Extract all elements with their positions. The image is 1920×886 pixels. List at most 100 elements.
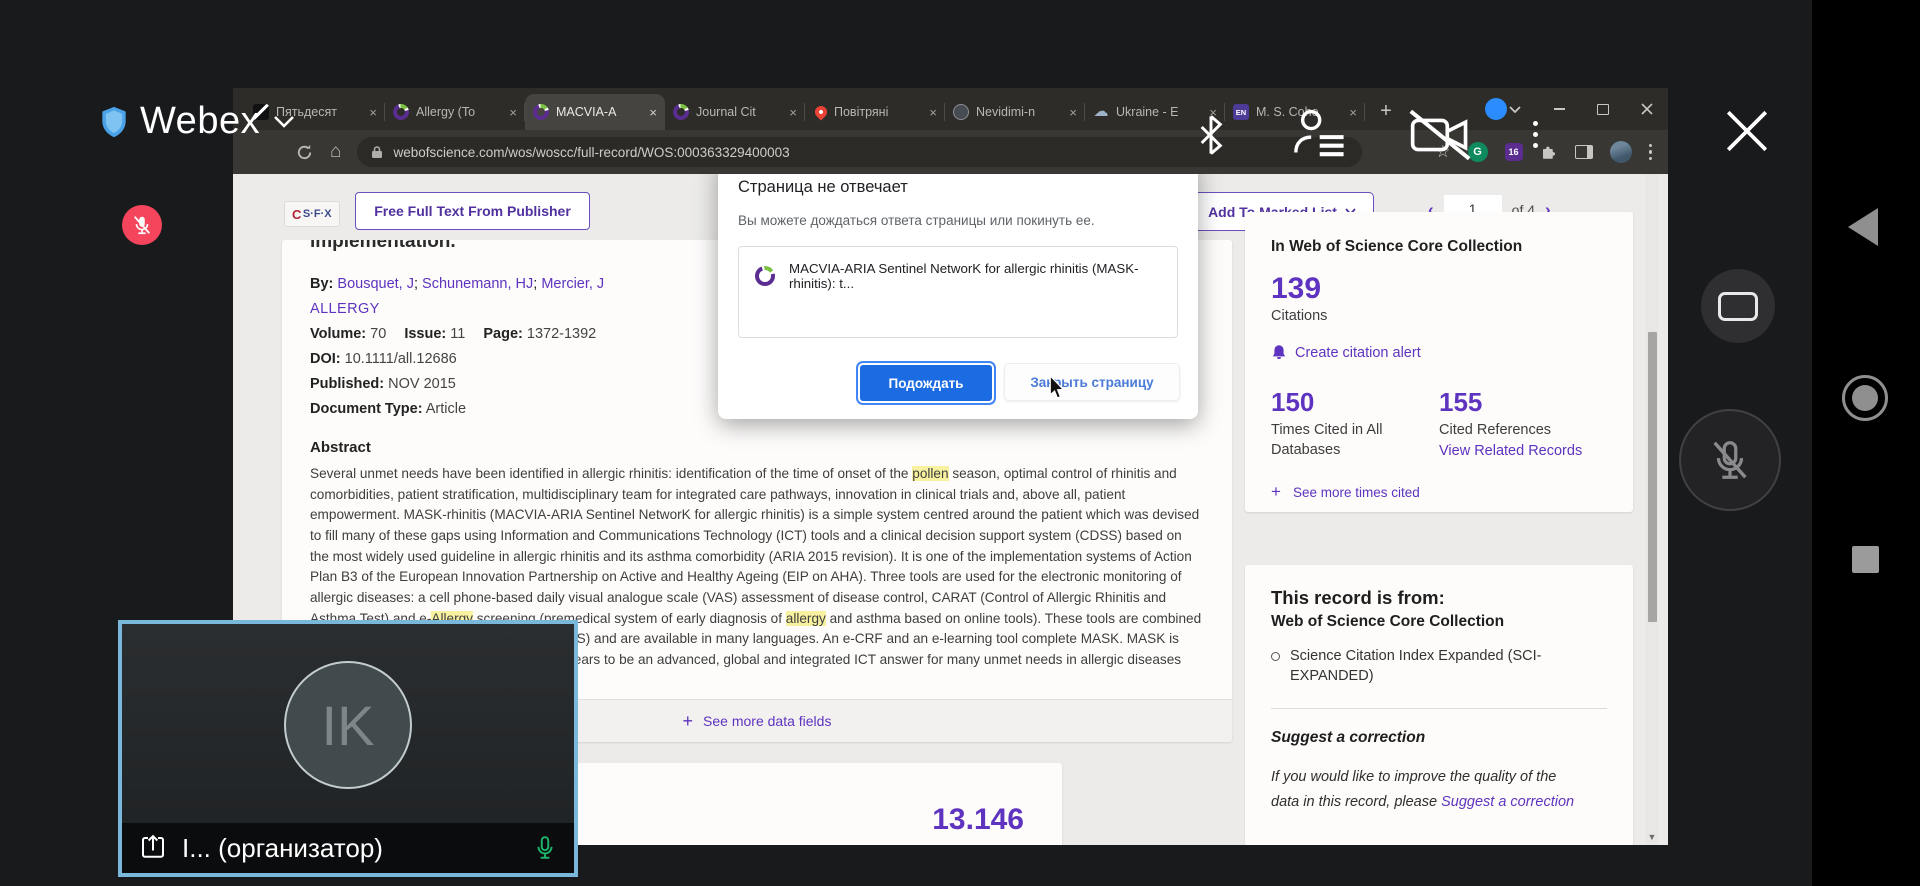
lock-icon bbox=[372, 146, 383, 158]
journal-impact-factor: 13.146 bbox=[932, 803, 1024, 836]
suggest-correction-link[interactable]: Suggest a correction bbox=[1441, 794, 1574, 810]
webofscience-favicon bbox=[533, 104, 549, 120]
side-panel-icon[interactable] bbox=[1574, 145, 1593, 159]
core-collection-label: Web of Science Core Collection bbox=[1271, 613, 1505, 630]
highlighted-term: pollen bbox=[912, 466, 949, 481]
bullet-icon bbox=[1271, 652, 1280, 661]
page-unresponsive-dialog: Страница не отвечает Вы можете дождаться… bbox=[718, 158, 1198, 419]
tab-close-icon[interactable]: × bbox=[649, 105, 657, 120]
tab-close-icon[interactable]: × bbox=[1069, 105, 1077, 120]
free-full-text-button[interactable]: Free Full Text From Publisher bbox=[355, 192, 590, 230]
sfx-logo[interactable]: Ɔ S·F·X bbox=[285, 202, 339, 226]
tab-close-icon[interactable]: × bbox=[929, 105, 937, 120]
record-from-header: This record is from: bbox=[1271, 587, 1445, 608]
record-from-card: This record is from: Web of Science Core… bbox=[1245, 565, 1633, 845]
close-share-view-icon[interactable] bbox=[1722, 106, 1772, 156]
dialog-title: Страница не отвечает bbox=[738, 178, 908, 196]
participants-icon bbox=[1294, 109, 1344, 157]
scroll-down-arrow-icon[interactable]: ▼ bbox=[1646, 829, 1658, 845]
author-link[interactable]: Schunemann, HJ bbox=[422, 276, 533, 292]
webex-brand-label: Webex bbox=[140, 100, 261, 142]
plus-icon: + bbox=[1271, 482, 1281, 502]
dialog-buttons: Подождать Закрыть страницу bbox=[858, 363, 1180, 403]
tab-label: Ukraine - Е bbox=[1116, 105, 1179, 119]
chevron-down-icon[interactable] bbox=[272, 114, 296, 130]
highlighted-term: allergy bbox=[785, 610, 826, 626]
plus-icon: + bbox=[682, 710, 694, 731]
map-pin-favicon bbox=[812, 103, 830, 121]
times-cited-col: 150 Times Cited in All Databases bbox=[1271, 387, 1439, 460]
participant-video-tile[interactable]: IK I... (организатор) bbox=[118, 620, 578, 877]
tab-close-icon[interactable]: × bbox=[509, 105, 517, 120]
layout-button[interactable] bbox=[1701, 269, 1775, 343]
mic-on-icon bbox=[537, 836, 553, 859]
webofscience-favicon bbox=[673, 104, 689, 120]
participant-name: I... (организатор) bbox=[182, 832, 383, 863]
citation-card-header: In Web of Science Core Collection bbox=[1271, 238, 1523, 255]
wait-button[interactable]: Подождать bbox=[858, 363, 994, 403]
participants-button[interactable] bbox=[1289, 98, 1507, 165]
cited-references-col: 155 Cited References View Related Record… bbox=[1439, 387, 1607, 460]
url-text: webofscience.com/wos/woscc/full-record/W… bbox=[393, 144, 790, 160]
android-home-icon[interactable] bbox=[1842, 375, 1888, 421]
minimize-icon[interactable] bbox=[1552, 102, 1566, 116]
cited-references-count[interactable]: 155 bbox=[1439, 387, 1607, 418]
notification-dot bbox=[1485, 98, 1507, 120]
home-icon[interactable]: ⌂ bbox=[330, 141, 341, 163]
layout-icon bbox=[1718, 291, 1758, 321]
mic-off-icon bbox=[133, 216, 151, 235]
globe-favicon bbox=[953, 104, 969, 120]
window-close-icon[interactable] bbox=[1640, 102, 1654, 116]
citations-count[interactable]: 139 bbox=[1271, 272, 1607, 306]
webex-meeting-controls bbox=[1195, 98, 1538, 165]
participant-name-bar: I... (организатор) bbox=[122, 823, 574, 873]
create-citation-alert-link[interactable]: Create citation alert bbox=[1271, 344, 1607, 361]
tab-close-icon[interactable]: × bbox=[789, 105, 797, 120]
citation-network-card: In Web of Science Core Collection 139 Ci… bbox=[1245, 212, 1633, 512]
shield-icon bbox=[102, 106, 126, 137]
close-page-button[interactable]: Закрыть страницу bbox=[1004, 363, 1180, 401]
divider bbox=[1271, 708, 1607, 710]
maximize-icon[interactable] bbox=[1596, 102, 1610, 116]
tab-label: Повітряні bbox=[834, 105, 889, 119]
author-link[interactable]: Bousquet, J bbox=[337, 276, 414, 292]
view-related-records-link[interactable]: View Related Records bbox=[1439, 443, 1607, 459]
scrollbar-thumb[interactable] bbox=[1647, 332, 1657, 622]
browser-tab[interactable]: Journal Cit × bbox=[665, 94, 805, 130]
android-recents-icon[interactable] bbox=[1852, 546, 1879, 573]
webex-brand[interactable]: Webex bbox=[100, 100, 296, 143]
times-cited-section: 150 Times Cited in All Databases 155 Cit… bbox=[1271, 387, 1607, 460]
tab-label: Allergy (To bbox=[416, 105, 476, 119]
reload-icon[interactable] bbox=[295, 143, 314, 162]
author-link[interactable]: Mercier, J bbox=[541, 276, 604, 292]
profile-avatar[interactable] bbox=[1609, 141, 1632, 163]
bluetooth-icon[interactable] bbox=[1195, 113, 1227, 157]
unresponsive-page-item[interactable]: MACVIA-ARIA Sentinel NetworK for allergi… bbox=[755, 261, 1161, 291]
tab-label: Nevidimi-n bbox=[976, 105, 1036, 119]
camera-off-icon[interactable] bbox=[1409, 109, 1471, 161]
index-row: Science Citation Index Expanded (SCI-EXP… bbox=[1271, 647, 1607, 686]
page-scrollbar[interactable]: ▼ bbox=[1646, 174, 1658, 845]
webex-more-menu-icon[interactable] bbox=[1533, 121, 1538, 148]
extensions-puzzle-icon[interactable] bbox=[1540, 143, 1558, 161]
screen-share-icon bbox=[142, 834, 164, 858]
dialog-body-text: Вы можете дождаться ответа страницы или … bbox=[738, 213, 1095, 228]
participant-avatar: IK bbox=[284, 661, 412, 789]
webofscience-favicon bbox=[755, 266, 775, 286]
mic-muted-button[interactable] bbox=[1679, 409, 1781, 511]
see-more-times-cited-link[interactable]: + See more times cited bbox=[1271, 482, 1607, 502]
tab-label: Journal Cit bbox=[696, 105, 756, 119]
browser-tab[interactable]: MACVIA-A × bbox=[525, 94, 665, 130]
suggest-correction-heading: Suggest a correction bbox=[1271, 729, 1426, 747]
android-back-icon[interactable] bbox=[1848, 208, 1878, 246]
times-cited-count[interactable]: 150 bbox=[1271, 387, 1439, 418]
browser-tab[interactable]: Повітряні × bbox=[805, 94, 945, 130]
tab-close-icon[interactable]: × bbox=[369, 105, 377, 120]
tab-label: MACVIA-A bbox=[556, 105, 617, 119]
browser-menu-icon[interactable] bbox=[1648, 143, 1652, 161]
muted-mic-badge bbox=[122, 205, 162, 245]
phone-screen: Webex Пятьдесят × Allergy (To × MACVIA-A × Jou… bbox=[0, 0, 1920, 886]
browser-tab[interactable]: Allergy (To × bbox=[385, 94, 525, 130]
suggest-correction-text: If you would like to improve the quality… bbox=[1271, 769, 1575, 810]
browser-tab[interactable]: Nevidimi-n × bbox=[945, 94, 1085, 130]
